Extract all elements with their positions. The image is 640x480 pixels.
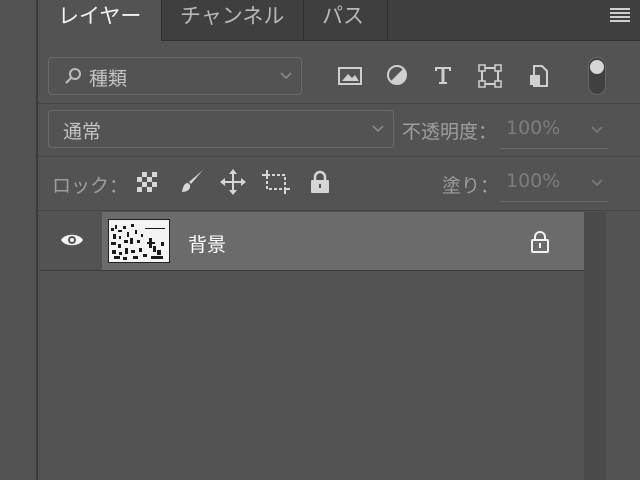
layer-row-background[interactable]: 背景 (102, 212, 584, 270)
tab-paths-label: パス (322, 4, 364, 28)
filter-kind-value: 種類 (89, 68, 128, 90)
eye-icon[interactable] (60, 232, 84, 248)
tab-layers-label: レイヤー (58, 4, 142, 28)
lock-all-icon[interactable] (309, 170, 331, 194)
smart-object-filter-icon[interactable] (528, 64, 550, 88)
lock-label: ロック： (52, 175, 129, 197)
image-filter-icon[interactable] (338, 65, 362, 87)
shape-filter-icon[interactable] (478, 64, 502, 88)
lock-image-pixels-brush-icon[interactable] (178, 168, 206, 196)
adjustment-filter-icon[interactable] (386, 64, 408, 86)
opacity-input[interactable]: 100% (500, 112, 608, 149)
divider (38, 156, 640, 157)
divider (38, 103, 640, 104)
blend-mode-select[interactable]: 通常 (48, 110, 394, 148)
fill-input[interactable]: 100% (500, 165, 608, 202)
layer-thumbnail (108, 219, 170, 263)
panel-menu-icon[interactable] (610, 6, 630, 24)
filter-toggle-switch[interactable] (588, 57, 606, 95)
tab-paths[interactable]: パス (304, 0, 388, 40)
lock-transparent-pixels-icon[interactable] (136, 171, 158, 193)
divider (38, 210, 640, 211)
chevron-down-icon (372, 125, 384, 133)
panel-tab-bar: レイヤー チャンネル パス (38, 0, 640, 41)
chevron-down-icon (280, 72, 292, 80)
lock-artboard-icon[interactable] (262, 169, 290, 195)
type-filter-icon[interactable] (432, 64, 454, 86)
fill-label: 塗り： (442, 175, 500, 197)
tab-layers[interactable]: レイヤー (38, 0, 162, 41)
search-icon (65, 68, 81, 84)
tab-channels-label: チャンネル (180, 4, 285, 28)
layer-name[interactable]: 背景 (188, 230, 226, 257)
opacity-label: 不透明度： (402, 121, 498, 143)
fill-value: 100% (506, 170, 561, 192)
layer-thumbnail-image (109, 220, 169, 262)
layer-list-scrollbar[interactable] (584, 212, 606, 480)
opacity-value: 100% (506, 117, 561, 139)
layer-lock-icon (531, 231, 549, 253)
lock-position-move-icon[interactable] (220, 169, 246, 195)
blend-mode-value: 通常 (63, 121, 102, 143)
tab-channels[interactable]: チャンネル (162, 0, 304, 40)
layers-panel: レイヤー チャンネル パス 種類 通常 不透明度： 100% ロック： 塗り： … (36, 0, 640, 480)
chevron-down-icon[interactable] (590, 124, 604, 136)
filter-kind-select[interactable]: 種類 (48, 57, 302, 95)
toggle-knob (590, 60, 604, 74)
chevron-down-icon[interactable] (590, 177, 604, 189)
layer-row-divider (40, 270, 584, 271)
